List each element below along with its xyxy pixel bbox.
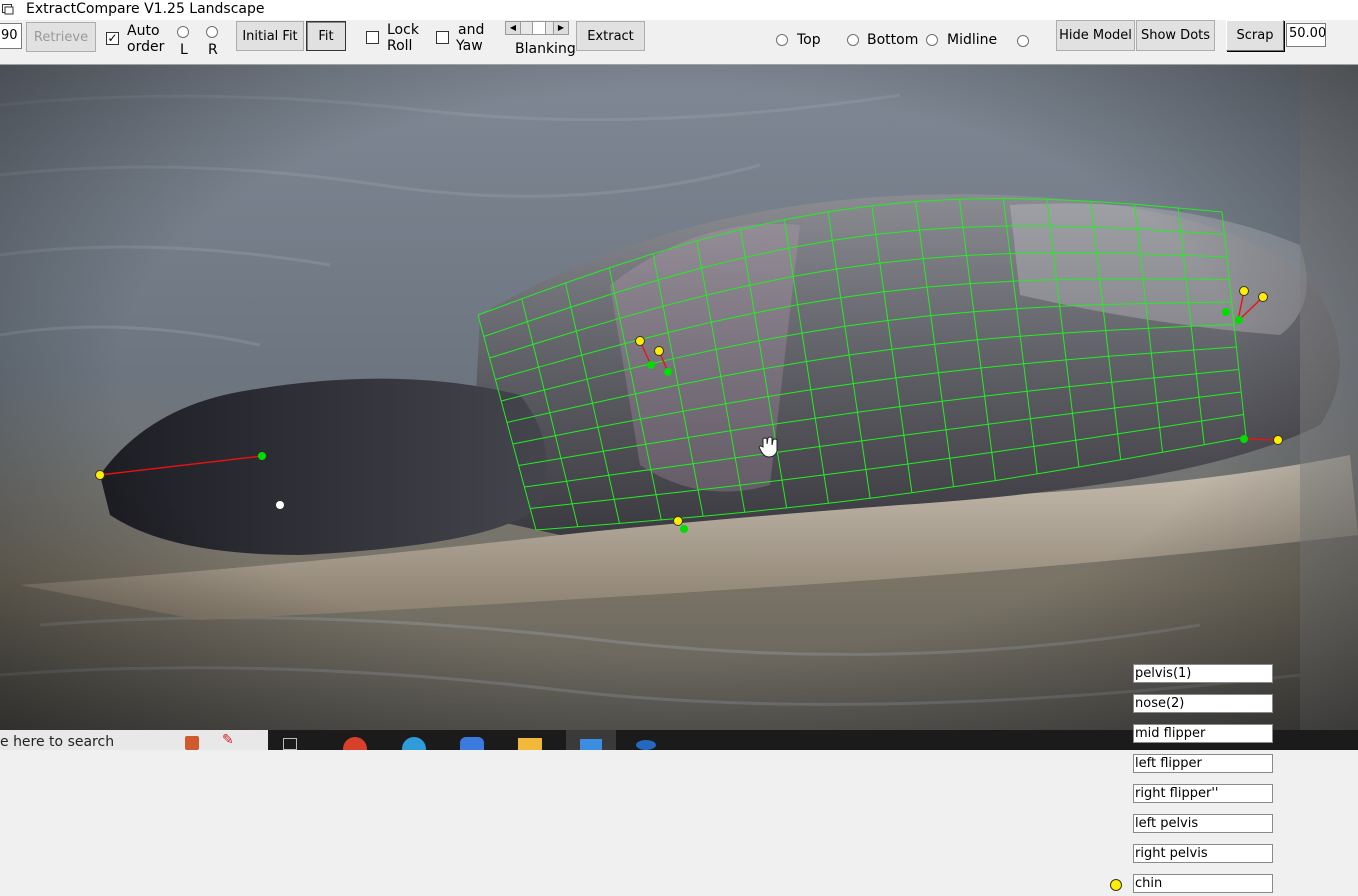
yellow-marker[interactable] — [1258, 292, 1268, 302]
extract-button[interactable]: Extract — [576, 21, 645, 51]
yellow-marker[interactable] — [1273, 435, 1283, 445]
point-field[interactable]: left pelvis — [1133, 814, 1273, 833]
white-marker[interactable] — [276, 501, 284, 509]
green-marker[interactable] — [1235, 316, 1243, 324]
and-yaw-label-2: Yaw — [456, 38, 483, 54]
yellow-marker[interactable] — [1239, 286, 1249, 296]
tray-app-icon[interactable] — [636, 740, 656, 750]
radio-l-label: L — [180, 42, 188, 58]
radio-bottom[interactable] — [847, 34, 859, 46]
green-marker[interactable] — [664, 368, 672, 376]
title-bar: ExtractCompare V1.25 Landscape — [0, 0, 1358, 20]
hide-model-button[interactable]: Hide Model — [1056, 20, 1135, 51]
photo-canvas[interactable] — [0, 65, 1358, 750]
retrieve-button[interactable]: Retrieve — [26, 22, 96, 52]
vignette — [0, 65, 1358, 750]
point-field[interactable]: nose(2) — [1133, 694, 1273, 713]
auto-order-label-1: Auto — [127, 23, 160, 39]
checkmark-icon: ✓ — [107, 31, 118, 45]
green-marker[interactable] — [680, 525, 688, 533]
lock-roll-checkbox[interactable] — [366, 31, 379, 44]
task-view-icon[interactable] — [283, 738, 297, 750]
point-field[interactable]: pelvis(1) — [1133, 664, 1273, 683]
yellow-marker[interactable] — [673, 516, 683, 526]
top-label: Top — [797, 32, 821, 48]
auto-order-checkbox[interactable]: ✓ — [106, 32, 119, 45]
radio-r[interactable] — [206, 26, 218, 38]
active-point-marker-icon — [1110, 879, 1122, 891]
yellow-marker[interactable] — [654, 346, 664, 356]
frame-number-field[interactable]: 90 — [0, 23, 22, 49]
green-marker[interactable] — [647, 361, 655, 369]
taskbar-search-text: e here to search — [0, 734, 115, 750]
app-icon — [2, 4, 14, 15]
green-marker[interactable] — [1222, 308, 1230, 316]
yellow-marker[interactable] — [95, 470, 105, 480]
blanking-scrollbar[interactable]: ◀ ▶ — [505, 21, 569, 35]
point-field[interactable]: right flipper'' — [1133, 784, 1273, 803]
point-field[interactable]: right pelvis — [1133, 844, 1273, 863]
blanking-label: Blanking — [515, 41, 576, 57]
bottom-label: Bottom — [867, 32, 919, 48]
scrap-value-field[interactable]: 50.00 — [1286, 23, 1326, 47]
scrap-button[interactable]: Scrap — [1226, 20, 1284, 51]
scroll-left-icon[interactable]: ◀ — [506, 22, 521, 34]
window-title: ExtractCompare V1.25 Landscape — [26, 1, 265, 17]
scroll-right-icon[interactable]: ▶ — [553, 22, 568, 34]
initial-fit-button[interactable]: Initial Fit — [236, 21, 304, 51]
and-yaw-checkbox[interactable] — [436, 31, 449, 44]
radio-midline[interactable] — [926, 34, 938, 46]
radio-extra[interactable] — [1017, 35, 1029, 47]
point-field[interactable]: chin — [1133, 874, 1273, 893]
show-dots-button[interactable]: Show Dots — [1136, 20, 1215, 51]
pen-icon[interactable]: ✎ — [222, 732, 234, 748]
fit-button[interactable]: Fit — [306, 21, 346, 51]
taskbar-app-icon[interactable] — [185, 736, 199, 750]
toolbar: 90 Retrieve ✓ Auto order L R Initial Fit… — [0, 20, 1358, 65]
midline-label: Midline — [947, 32, 998, 48]
radio-r-label: R — [208, 42, 218, 58]
green-marker[interactable] — [1240, 435, 1248, 443]
and-yaw-label-1: and — [458, 22, 485, 38]
green-marker[interactable] — [258, 452, 266, 460]
scroll-thumb[interactable] — [532, 22, 546, 34]
auto-order-label-2: order — [127, 39, 165, 55]
link-line — [1243, 438, 1279, 441]
yellow-marker[interactable] — [635, 336, 645, 346]
lock-roll-label-2: Roll — [387, 38, 413, 54]
lock-roll-label-1: Lock — [387, 22, 419, 38]
taskbar-search-box[interactable]: e here to search ✎ — [0, 730, 268, 750]
point-field[interactable]: left flipper — [1133, 754, 1273, 773]
photo-viewport[interactable] — [0, 65, 1358, 750]
point-field[interactable]: mid flipper — [1133, 724, 1273, 743]
radio-l[interactable] — [177, 26, 189, 38]
radio-top[interactable] — [776, 34, 788, 46]
